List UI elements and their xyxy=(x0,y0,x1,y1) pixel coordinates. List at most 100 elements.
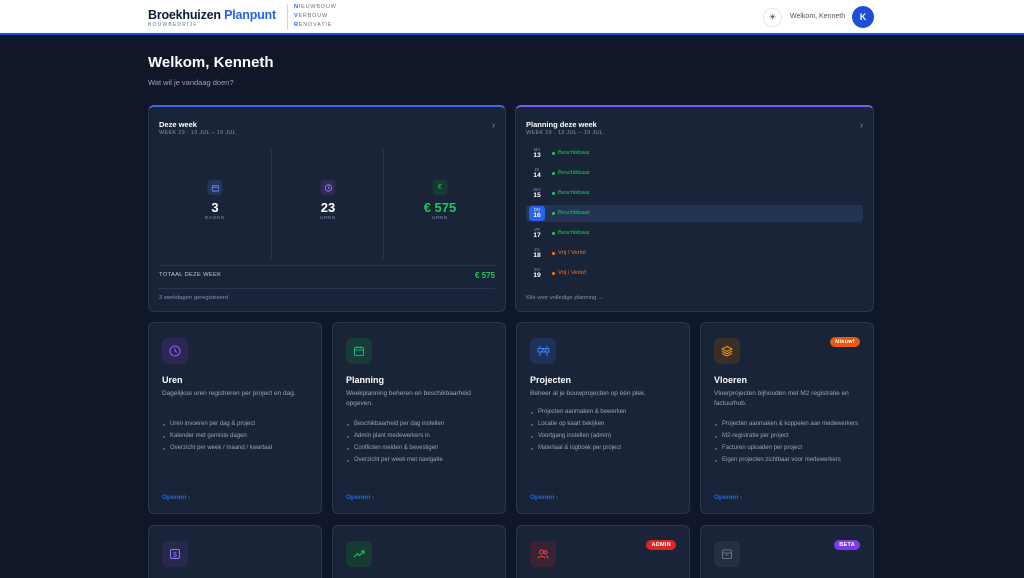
stat-hours: 23 UREN xyxy=(272,147,384,257)
chevron-right-icon: › xyxy=(372,494,375,501)
planning-day-row[interactable]: WO 15 Beschikbaar xyxy=(526,185,863,202)
status-dot xyxy=(552,191,555,195)
sun-icon: ☀ xyxy=(768,12,777,22)
module-card-users[interactable]: ADMIN xyxy=(516,525,690,578)
planning-day-row[interactable]: VR 17 Beschikbaar xyxy=(526,225,863,242)
card-subtitle: WEEK 29 · 13 JUL – 19 JUL xyxy=(526,130,603,136)
list-item: Conflicten melden & bevestigen xyxy=(346,445,501,452)
planning-week-card[interactable]: Planning deze week WEEK 29 · 13 JUL – 19… xyxy=(515,105,874,312)
status-text: Beschikbaar xyxy=(558,230,590,236)
planning-day-row[interactable]: DI 14 Beschikbaar xyxy=(526,165,863,182)
brand-tag: NIEUWBOUW xyxy=(294,4,337,10)
registered-days-note: 3 werkdagen geregistreerd xyxy=(159,295,228,301)
module-title: Uren xyxy=(162,375,183,385)
card-title: Planning deze week xyxy=(526,120,597,129)
stat-value: 3 xyxy=(211,200,219,215)
module-card-archive[interactable]: BETA xyxy=(700,525,874,578)
planning-day-row[interactable]: DO 16 Beschikbaar xyxy=(526,205,863,222)
chevron-right-icon: › xyxy=(556,494,559,501)
brand-divider xyxy=(287,4,288,30)
list-item: Beschikbaarheid per dag instellen xyxy=(346,421,501,428)
day-date: ZA 18 xyxy=(529,246,545,261)
status-dot xyxy=(552,211,555,215)
module-description: Dagelijkse uren registreren per project … xyxy=(162,390,296,397)
module-card-stats[interactable] xyxy=(332,525,506,578)
day-date: DI 14 xyxy=(529,166,545,181)
planning-day-row[interactable]: ZA 18 Vrij / Verlof xyxy=(526,245,863,262)
brand-tag: VERBOUW xyxy=(294,13,329,19)
day-number: 16 xyxy=(533,212,541,219)
stat-earnings: € € 575 UREN xyxy=(384,147,496,257)
brand-name: Broekhuizen Planpunt xyxy=(148,8,276,22)
day-date: MA 13 xyxy=(529,146,545,161)
status-text: Beschikbaar xyxy=(558,210,590,216)
day-status: Beschikbaar xyxy=(552,210,590,216)
divider xyxy=(159,265,495,266)
module-title: Planning xyxy=(346,375,384,385)
module-card-planning[interactable]: Planning Weekplanning beheren en beschik… xyxy=(332,322,506,514)
day-number: 14 xyxy=(533,172,541,179)
brand-tags: NIEUWBOUW VERBOUW RENOVATIE xyxy=(294,3,337,30)
dollar-icon: $ xyxy=(162,541,188,567)
top-bar: Broekhuizen Planpunt BOUWBEDRIJF NIEUWBO… xyxy=(0,0,1024,35)
stat-value: 23 xyxy=(320,200,336,215)
divider xyxy=(159,288,495,289)
avatar[interactable]: K xyxy=(852,6,874,28)
module-card-finance[interactable]: $ xyxy=(148,525,322,578)
list-item: Voortgang instellen (admin) xyxy=(530,433,685,440)
archive-icon xyxy=(714,541,740,567)
feature-list: Beschikbaarheid per dag instellen Admin … xyxy=(346,421,501,469)
module-title: Vloeren xyxy=(714,375,748,385)
status-dot xyxy=(552,231,555,235)
open-link[interactable]: Openen › xyxy=(714,494,742,501)
open-link[interactable]: Openen › xyxy=(162,494,190,501)
status-text: Vrij / Verlof xyxy=(558,250,586,256)
day-status: Beschikbaar xyxy=(552,150,590,156)
total-label: TOTAAL DEZE WEEK xyxy=(159,272,222,278)
day-number: 13 xyxy=(533,152,541,159)
stat-label: DAGEN xyxy=(204,216,226,221)
brand-subtitle: BOUWBEDRIJF xyxy=(148,22,198,28)
module-card-projecten[interactable]: Projecten Beheer al je bouwprojecten op … xyxy=(516,322,690,514)
calendar-icon xyxy=(346,338,372,364)
planning-day-row[interactable]: MA 13 Beschikbaar xyxy=(526,145,863,162)
status-dot xyxy=(552,151,555,155)
admin-badge: ADMIN xyxy=(646,540,676,550)
list-item: Projecten aanmaken & koppelen aan medewe… xyxy=(714,421,869,428)
clock-icon xyxy=(162,338,188,364)
chevron-right-icon[interactable]: › xyxy=(492,120,495,130)
status-text: Beschikbaar xyxy=(558,170,590,176)
status-text: Beschikbaar xyxy=(558,150,590,156)
module-description: Vloerprojecten bijhouden met M2 registra… xyxy=(714,390,849,407)
chevron-right-icon[interactable]: › xyxy=(860,120,863,130)
week-summary-card[interactable]: Deze week WEEK 29 · 13 JUL – 19 JUL › 3 … xyxy=(148,105,506,312)
stat-label: UREN xyxy=(320,216,336,221)
day-status: Vrij / Verlof xyxy=(552,250,586,256)
theme-toggle-button[interactable]: ☀ xyxy=(763,8,782,27)
status-text: Vrij / Verlof xyxy=(558,270,586,276)
day-status: Beschikbaar xyxy=(552,190,590,196)
module-card-vloeren[interactable]: Nieuw! Vloeren Vloerprojecten bijhouden … xyxy=(700,322,874,514)
brand-tag: RENOVATIE xyxy=(294,22,333,28)
day-date: DO 16 xyxy=(529,206,545,221)
status-dot xyxy=(552,271,555,275)
day-date: VR 17 xyxy=(529,226,545,241)
status-text: Beschikbaar xyxy=(558,190,590,196)
list-item: Materiaal & logboek per project xyxy=(530,445,685,452)
module-card-uren[interactable]: Uren Dagelijkse uren registreren per pro… xyxy=(148,322,322,514)
module-description: Weekplanning beheren en beschikbaarheid … xyxy=(346,390,471,407)
open-link[interactable]: Openen › xyxy=(346,494,374,501)
module-title: Projecten xyxy=(530,375,572,385)
day-number: 19 xyxy=(533,272,541,279)
full-planning-link[interactable]: Klik voor volledige planning → xyxy=(526,295,604,301)
brand-logo[interactable]: Broekhuizen Planpunt BOUWBEDRIJF xyxy=(148,8,276,28)
open-link[interactable]: Openen › xyxy=(530,494,558,501)
barrier-icon xyxy=(530,338,556,364)
day-status: Vrij / Verlof xyxy=(552,270,586,276)
user-welcome: Welkom, Kenneth xyxy=(790,13,846,20)
day-number: 17 xyxy=(533,232,541,239)
planning-day-row[interactable]: ZO 19 Vrij / Verlof xyxy=(526,265,863,282)
page-subtitle: Wat wil je vandaag doen? xyxy=(148,78,234,87)
status-dot xyxy=(552,171,555,175)
day-date: WO 15 xyxy=(529,186,545,201)
